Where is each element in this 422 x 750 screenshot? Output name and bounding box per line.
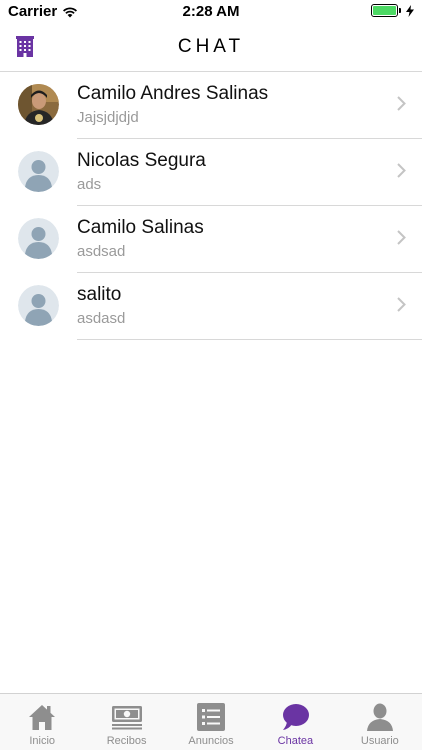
tab-inicio[interactable]: Inicio (0, 694, 84, 750)
chat-name: Camilo Salinas (77, 217, 204, 238)
chat-list-item[interactable]: Camilo Salinas asdsad (0, 206, 422, 273)
tab-label: Anuncios (188, 735, 234, 747)
status-time: 2:28 AM (182, 3, 240, 20)
chat-list-item[interactable]: salito asdasd (0, 273, 422, 340)
page-title: CHAT (177, 36, 245, 57)
user-icon (366, 703, 393, 731)
avatar (18, 84, 59, 125)
charging-bolt-icon (406, 4, 414, 17)
chat-name: Camilo Andres Salinas (77, 83, 269, 104)
tab-chatea[interactable]: Chatea (253, 694, 337, 750)
tab-bar: Inicio Recibos Anuncios Chatea Usuario (0, 693, 422, 750)
battery-icon (371, 4, 401, 17)
avatar (18, 218, 59, 259)
navigation-bar: CHAT (0, 24, 422, 72)
chat-list-item[interactable]: Camilo Andres Salinas Jajsjdjdjd (0, 72, 422, 139)
home-icon (29, 705, 56, 730)
chevron-right-icon (397, 230, 406, 245)
money-icon (111, 706, 142, 730)
chevron-right-icon (397, 163, 406, 178)
chat-screen: Carrier 2:28 AM CHAT Camilo Andres Salin… (0, 0, 422, 750)
avatar (18, 151, 59, 192)
avatar-placeholder-icon (18, 151, 59, 192)
tab-label: Chatea (277, 735, 314, 747)
tab-label: Recibos (106, 735, 147, 747)
status-bar: Carrier 2:28 AM (0, 0, 422, 24)
battery-group (371, 4, 414, 17)
chat-preview: ads (77, 176, 102, 193)
chat-bubble-icon (283, 704, 310, 730)
chevron-right-icon (397, 96, 406, 111)
chat-list: Camilo Andres Salinas Jajsjdjdjd Nicolas… (0, 72, 422, 340)
chat-name: Nicolas Segura (77, 150, 206, 171)
chat-name: salito (77, 284, 122, 305)
chevron-right-icon (397, 297, 406, 312)
tab-label: Inicio (29, 735, 56, 747)
tab-usuario[interactable]: Usuario (338, 694, 422, 750)
avatar (18, 285, 59, 326)
list-icon (197, 703, 226, 731)
chat-preview: asdsad (77, 243, 126, 260)
avatar-photo (18, 84, 59, 125)
chat-list-item[interactable]: Nicolas Segura ads (0, 139, 422, 206)
avatar-placeholder-icon (18, 285, 59, 326)
row-divider (77, 339, 422, 340)
tab-anuncios[interactable]: Anuncios (169, 694, 253, 750)
avatar-placeholder-icon (18, 218, 59, 259)
chat-preview: asdasd (77, 310, 126, 327)
chat-preview: Jajsjdjdjd (77, 109, 139, 126)
tab-recibos[interactable]: Recibos (84, 694, 168, 750)
tab-label: Usuario (360, 735, 399, 747)
